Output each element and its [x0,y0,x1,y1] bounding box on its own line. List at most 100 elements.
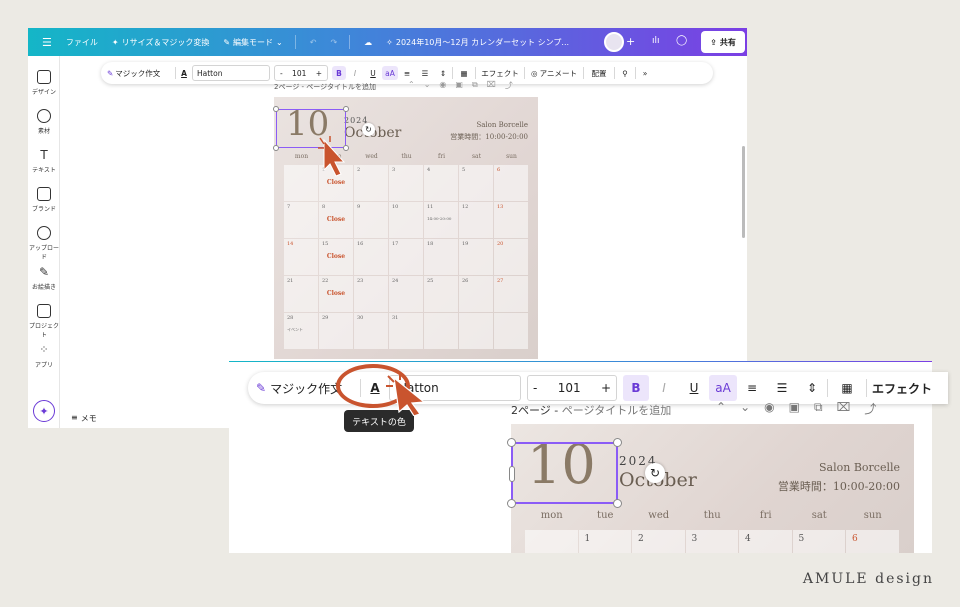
calendar-cell[interactable]: 29 [319,313,353,349]
effects-button[interactable]: エフェクト [476,68,524,79]
calendar-cell[interactable]: 3 [685,530,738,553]
calendar-cell[interactable]: 18 [424,239,458,275]
calendar-cell[interactable]: 13 [494,202,528,238]
calendar-cell[interactable]: 2 [354,165,388,201]
calendar-cell[interactable]: 3 [389,165,423,201]
magic-assistant-icon[interactable]: ✦ [33,400,55,422]
resize-handle[interactable] [343,106,349,112]
calendar-cell[interactable]: 5 [459,165,493,201]
position-button[interactable]: 配置 [584,68,614,79]
bold-button[interactable]: B [332,66,346,80]
sidebar-item-brand[interactable]: ブランド [28,187,60,213]
resize-handle[interactable] [507,499,516,508]
calendar-cell[interactable]: 2 [632,530,685,553]
sidebar-item-text[interactable]: T テキスト [28,148,60,174]
rotate-icon[interactable]: ↻ [645,463,665,483]
lock-icon[interactable]: ▣ [455,80,463,91]
design-title[interactable]: ✧ 2024年10月〜12月 カレンダーセット シンプ... [386,37,569,48]
rotate-icon[interactable]: ↻ [362,123,375,136]
increase-size-button[interactable]: + [601,381,611,395]
chevron-up-icon[interactable]: ⌃ [408,80,415,91]
calendar-cell[interactable]: 30 [354,313,388,349]
italic-button[interactable]: I [649,381,679,395]
chevron-up-icon[interactable]: ⌃ [716,400,726,417]
calendar-cell[interactable]: 14 [284,239,318,275]
edit-mode-menu[interactable]: ✎ 編集モード ⌄ [223,37,282,48]
add-page-icon[interactable]: ⤴ [864,400,876,417]
copy-style-icon[interactable]: ⚲ [615,69,635,78]
cloud-save-icon[interactable]: ☁ [364,38,372,47]
calendar-cell[interactable] [494,313,528,349]
calendar-cell[interactable]: 11 14:00-20:00 [424,202,458,238]
calendar-cell[interactable]: 9 [354,202,388,238]
calendar-cell[interactable]: 15 Close [319,239,353,275]
duplicate-icon[interactable]: ⧉ [814,400,823,417]
calendar-cell[interactable]: 20 [494,239,528,275]
resize-handle[interactable] [273,145,279,151]
calendar-cell[interactable]: 12 [459,202,493,238]
page-title-input[interactable]: ページタイトルを追加 [306,83,376,91]
spacing-icon[interactable]: ⇕ [797,381,827,395]
redo-icon[interactable]: ↷ [330,38,337,47]
notes-button[interactable]: ≡ メモ [71,413,97,424]
calendar-cell[interactable] [284,165,318,201]
effects-button[interactable]: エフェクト [867,380,937,397]
more-icon[interactable]: » [636,69,654,78]
list-icon[interactable]: ☰ [416,69,434,78]
resize-handle[interactable] [509,466,515,482]
delete-icon[interactable]: ⌧ [487,80,496,91]
chevron-down-icon[interactable]: ⌄ [424,80,431,91]
calendar-cell[interactable]: 23 [354,276,388,312]
hide-icon[interactable]: ◉ [439,80,446,91]
resize-menu[interactable]: ✦ リサイズ＆マジック変換 [112,37,209,48]
text-color-button[interactable]: A [176,69,192,78]
share-button[interactable]: ⇪ 共有 [701,31,745,53]
decrease-size-button[interactable]: - [533,381,537,395]
page-title-input[interactable]: ページタイトルを追加 [562,404,672,417]
calendar-cell[interactable]: 16 [354,239,388,275]
selection-box[interactable] [507,438,622,508]
add-collaborator-icon[interactable]: + [626,35,635,48]
sidebar-item-design[interactable]: デザイン [28,70,60,96]
sidebar-item-apps[interactable]: ⁘ アプリ [28,343,60,369]
underline-button[interactable]: U [679,381,709,395]
lock-icon[interactable]: ▣ [789,400,800,417]
bold-button[interactable]: B [623,375,649,401]
chevron-down-icon[interactable]: ⌄ [740,400,750,417]
sidebar-item-upload[interactable]: アップロード [28,226,60,261]
case-button[interactable]: aA [382,66,398,80]
calendar-cell[interactable]: 4 [424,165,458,201]
calendar-cell[interactable]: 26 [459,276,493,312]
menu-icon[interactable]: ☰ [42,36,52,49]
font-select[interactable]: Hatton [192,65,270,81]
vertical-scrollbar[interactable] [742,146,745,238]
undo-icon[interactable]: ↶ [310,38,317,47]
case-button[interactable]: aA [709,375,737,401]
calendar-cell[interactable] [525,530,578,553]
underline-button[interactable]: U [364,69,382,78]
font-size-input[interactable]: 101 [292,69,306,78]
calendar-cell[interactable]: 1 [578,530,631,553]
calendar-cell[interactable]: 10 [389,202,423,238]
calendar-cell[interactable] [459,313,493,349]
animate-button[interactable]: ◎ アニメート [525,68,583,79]
hide-icon[interactable]: ◉ [764,400,774,417]
calendar-cell[interactable]: 5 [792,530,845,553]
avatar[interactable] [604,32,624,52]
calendar-cell[interactable]: 4 [739,530,792,553]
calendar-cell[interactable]: 25 [424,276,458,312]
sidebar-item-projects[interactable]: プロジェクト [28,304,60,339]
resize-handle[interactable] [613,438,622,447]
calendar-cell[interactable]: 6 [494,165,528,201]
increase-size-button[interactable]: + [316,69,322,78]
delete-icon[interactable]: ⌧ [837,400,851,417]
sidebar-item-elements[interactable]: 素材 [28,109,60,135]
calendar-cell[interactable]: 8 Close [319,202,353,238]
resize-handle[interactable] [613,499,622,508]
font-size-stepper[interactable]: - 101 + [527,375,617,401]
transparency-icon[interactable]: ▦ [453,69,475,78]
align-icon[interactable]: ≡ [398,69,416,78]
font-size-input[interactable]: 101 [558,381,581,395]
add-page-icon[interactable]: ⤴ [505,80,513,91]
sidebar-item-draw[interactable]: ✎ お絵描き [28,265,60,291]
